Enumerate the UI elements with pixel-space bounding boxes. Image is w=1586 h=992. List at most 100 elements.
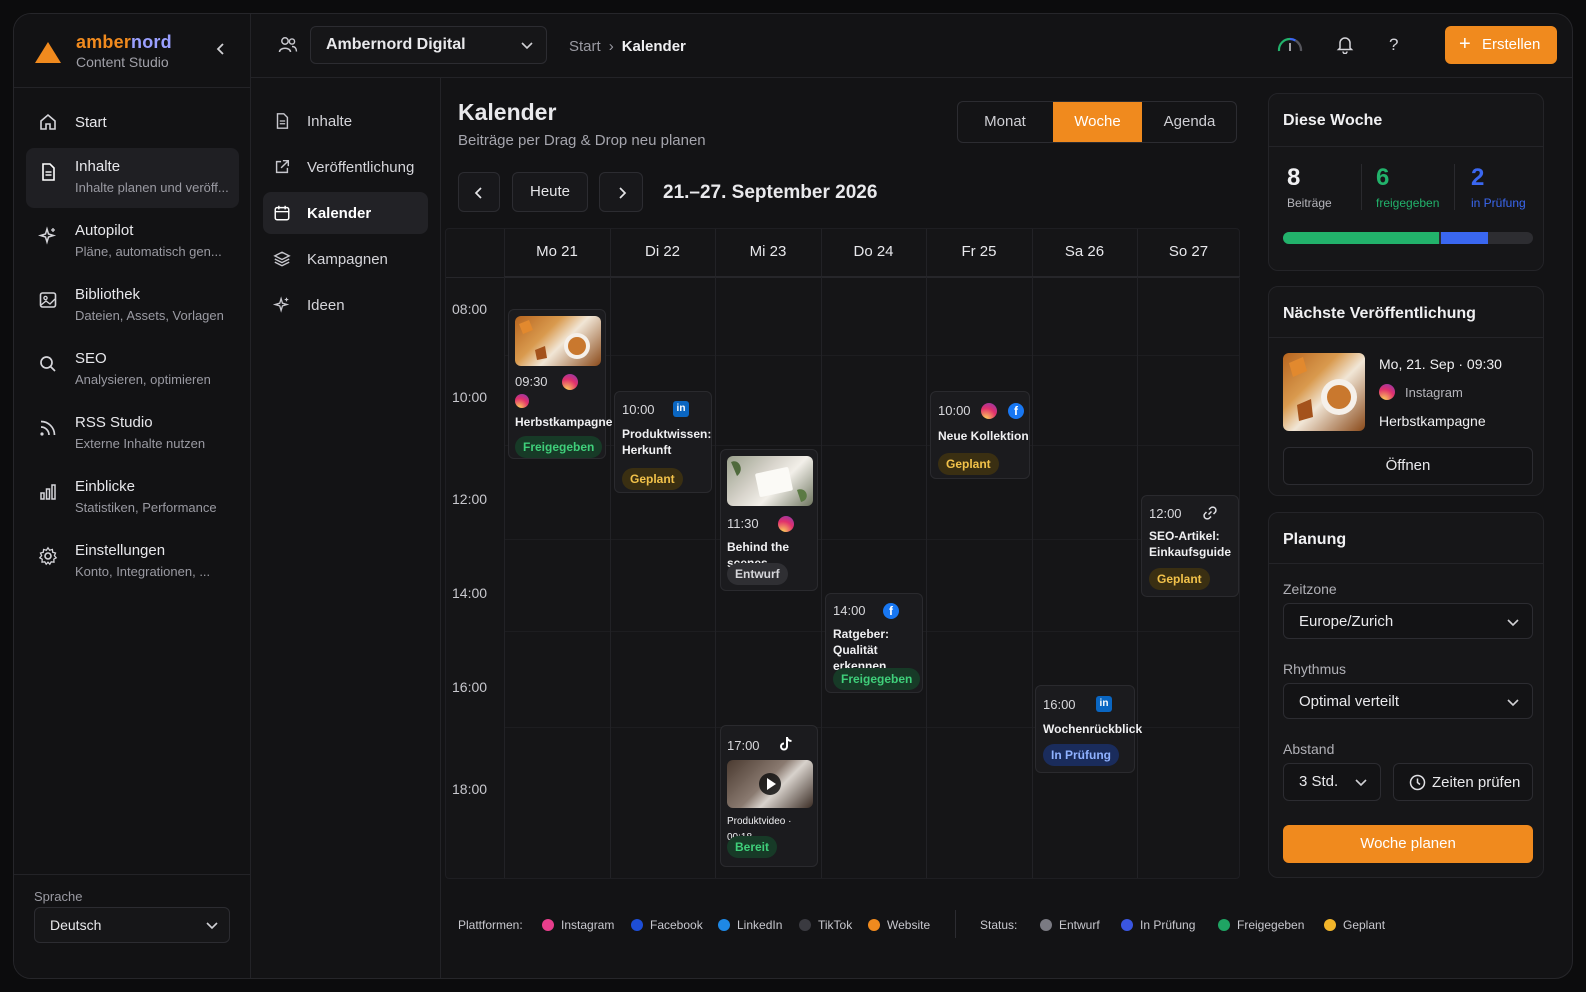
- post-title: Produktwissen: Herkunft: [622, 427, 712, 457]
- language-value: Deutsch: [50, 917, 102, 933]
- subnav-item-veroeffentlichung[interactable]: Veröffentlichung: [263, 146, 428, 188]
- stat-divider: [1454, 164, 1455, 210]
- subnav-label: Veröffentlichung: [307, 159, 415, 176]
- day-header: Sa 26: [1032, 229, 1137, 277]
- timezone-select[interactable]: Europe/Zurich: [1283, 603, 1533, 639]
- rhythm-label: Rhythmus: [1283, 661, 1347, 677]
- tab-monat[interactable]: Monat: [958, 102, 1052, 142]
- rhythm-select[interactable]: Optimal verteilt: [1283, 683, 1533, 719]
- post-card-produktvideo[interactable]: 17:00 Produktvideo · 00:18 Bereit: [720, 725, 818, 867]
- planning-panel: Planung Zeitzone Europe/Zurich Rhythmus …: [1268, 512, 1544, 878]
- subnav-item-ideen[interactable]: Ideen: [263, 284, 428, 326]
- language-select[interactable]: Deutsch: [34, 907, 230, 943]
- sidebar-item-label: Autopilot: [75, 222, 134, 239]
- sidebar-item-rss-studio[interactable]: RSS Studio Externe Inhalte nutzen: [26, 404, 239, 464]
- post-card-wochenrueckblick[interactable]: 16:00 in Wochenrückblick In Prüfung: [1035, 685, 1143, 773]
- divider: [1269, 146, 1543, 147]
- collapse-sidebar-icon[interactable]: [214, 42, 228, 56]
- layers-icon: [273, 251, 291, 267]
- grid-line: [821, 229, 822, 878]
- logo-icon: [35, 42, 61, 63]
- grid-line: [926, 229, 927, 878]
- post-card-seo-artikel[interactable]: 12:00 SEO-Artikel: Einkaufsguide Geplant: [1141, 495, 1239, 597]
- gauge-icon[interactable]: [1276, 34, 1304, 54]
- time-label: 14:00: [452, 585, 488, 601]
- document-icon: [276, 113, 289, 129]
- sidebar-item-label: Einstellungen: [75, 542, 166, 559]
- sparkle-icon: [38, 226, 57, 245]
- image-icon: [39, 292, 57, 308]
- today-button[interactable]: Heute: [512, 172, 588, 212]
- sidebar-item-einblicke[interactable]: Einblicke Statistiken, Performance: [26, 468, 239, 528]
- week-grid: Mo 21 Di 22 Mi 23 Do 24 Fr 25 Sa 26 So 2…: [445, 228, 1240, 879]
- workspace-select[interactable]: Ambernord Digital: [310, 26, 547, 64]
- rss-icon: [40, 420, 56, 436]
- tab-agenda[interactable]: Agenda: [1143, 102, 1236, 142]
- next-post-thumbnail: [1283, 353, 1365, 431]
- subnav-label: Ideen: [307, 297, 345, 314]
- legend-dot: [1121, 919, 1133, 931]
- next-post-date: Mo, 21. Sep · 09:30: [1379, 356, 1502, 372]
- subnav-item-kampagnen[interactable]: Kampagnen: [263, 238, 428, 280]
- post-card-herbstkampagne[interactable]: 09:30 Herbstkampagne Freigegeben: [508, 309, 613, 459]
- bell-icon[interactable]: [1335, 34, 1355, 54]
- document-icon: [42, 163, 55, 181]
- time-label: 12:00: [452, 491, 488, 507]
- content-subnav: Inhalte Veröffentlichung Kalender Kampag…: [251, 78, 441, 978]
- subnav-item-kalender[interactable]: Kalender: [263, 192, 428, 234]
- tab-woche[interactable]: Woche: [1053, 102, 1142, 142]
- right-panel: Diese Woche 8 Beiträge 6 freigegeben 2 i…: [1253, 78, 1572, 978]
- legend-dot: [631, 919, 643, 931]
- legend-dot: [799, 919, 811, 931]
- progress-approved: [1283, 232, 1440, 244]
- post-title: SEO-Artikel: Einkaufsguide: [1149, 529, 1232, 559]
- create-button[interactable]: + Erstellen: [1445, 26, 1557, 64]
- help-icon[interactable]: ?: [1389, 35, 1398, 55]
- users-icon[interactable]: [278, 36, 298, 54]
- brand-name: ambernord: [76, 32, 172, 52]
- sidebar-item-desc: Inhalte planen und veröff...: [75, 180, 229, 195]
- open-button[interactable]: Öffnen: [1283, 447, 1533, 485]
- sidebar-item-einstellungen[interactable]: Einstellungen Konto, Integrationen, ...: [26, 532, 239, 592]
- sidebar-item-bibliothek[interactable]: Bibliothek Dateien, Assets, Vorlagen: [26, 276, 239, 336]
- stat-divider: [1361, 164, 1362, 210]
- grid-line: [504, 355, 1239, 356]
- post-title: Herbstkampagne: [515, 415, 613, 429]
- plan-week-button[interactable]: Woche planen: [1283, 825, 1533, 863]
- gap-select[interactable]: 3 Std.: [1283, 763, 1381, 801]
- post-time: 12:00: [1149, 506, 1182, 521]
- status-badge: Bereit: [727, 836, 778, 858]
- instagram-icon: [515, 394, 529, 408]
- subnav-item-inhalte[interactable]: Inhalte: [263, 100, 428, 142]
- post-time: 11:30: [727, 516, 759, 531]
- breadcrumb-start[interactable]: Start: [569, 38, 601, 55]
- post-time: 09:30: [515, 374, 548, 389]
- post-card-behind-the-scenes[interactable]: 11:30 Behind the scenes Entwurf: [720, 449, 818, 591]
- day-header: Fr 25: [926, 229, 1032, 277]
- sidebar-item-start[interactable]: Start: [26, 100, 239, 144]
- topbar: Ambernord Digital Start › Kalender ? + Ers…: [251, 14, 1572, 78]
- panel-title: Nächste Veröffentlichung: [1283, 305, 1476, 322]
- sidebar-item-desc: Konto, Integrationen, ...: [75, 564, 211, 579]
- sidebar-item-seo[interactable]: SEO Analysieren, optimieren: [26, 340, 239, 400]
- check-times-button[interactable]: Zeiten prüfen: [1393, 763, 1533, 801]
- sidebar-item-autopilot[interactable]: Autopilot Pläne, automatisch gen...: [26, 212, 239, 272]
- grid-line: [715, 229, 716, 878]
- timezone-value: Europe/Zurich: [1299, 613, 1394, 630]
- legend-dot: [718, 919, 730, 931]
- sidebar-item-inhalte[interactable]: Inhalte Inhalte planen und veröff...: [26, 148, 239, 208]
- workspace-name: Ambernord Digital: [326, 36, 466, 53]
- stat-review: 2 in Prüfung: [1471, 164, 1526, 210]
- legend-dot: [1218, 919, 1230, 931]
- page-subtitle: Beiträge per Drag & Drop neu planen: [458, 132, 706, 149]
- tiktok-icon: [780, 737, 792, 751]
- post-title: Wochenrückblick: [1043, 722, 1143, 736]
- post-card-produktwissen[interactable]: 10:00 in Produktwissen: Herkunft Geplant: [614, 391, 712, 493]
- post-card-ratgeber[interactable]: 14:00 f Ratgeber: Qualität erkennen Frei…: [825, 593, 923, 693]
- prev-week-button[interactable]: [458, 172, 500, 212]
- linkedin-icon: in: [1096, 696, 1112, 712]
- post-card-neue-kollektion[interactable]: 10:00 f Neue Kollektion Geplant: [930, 391, 1030, 479]
- post-thumbnail: [727, 456, 813, 506]
- instagram-icon: [981, 403, 997, 419]
- next-week-button[interactable]: [599, 172, 643, 212]
